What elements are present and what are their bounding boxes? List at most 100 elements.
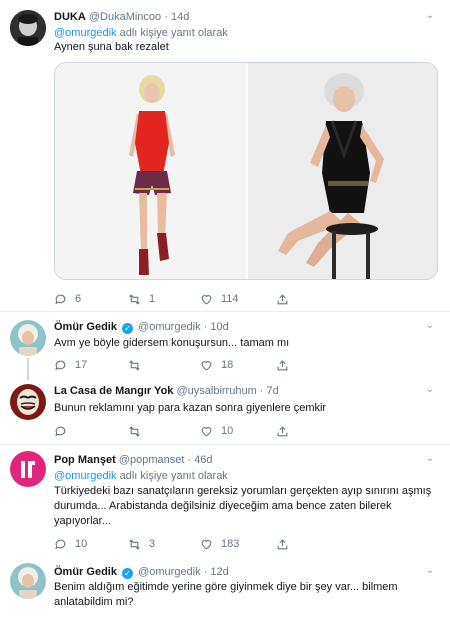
- display-name[interactable]: La Casa de Mangır Yok: [54, 385, 173, 397]
- thread-line: [27, 358, 29, 380]
- retweet-count: 1: [149, 293, 156, 305]
- tweet-actions: 10 3 183: [54, 537, 304, 551]
- reply-button[interactable]: [54, 424, 67, 438]
- retweet-arrows-icon: [129, 538, 140, 550]
- heart-icon: [201, 426, 212, 436]
- timestamp[interactable]: 14d: [171, 11, 189, 23]
- avatar[interactable]: [10, 320, 46, 356]
- heart-icon: [201, 360, 212, 370]
- avatar[interactable]: [10, 384, 46, 420]
- reply-count: 6: [75, 293, 82, 305]
- share-upload-icon: [277, 425, 288, 436]
- share-upload-icon: [277, 538, 288, 549]
- reply-mention-link[interactable]: @omurgedik: [54, 27, 117, 39]
- separator-dot: ·: [259, 385, 264, 397]
- reply-mention-link[interactable]: @omurgedik: [54, 470, 117, 482]
- like-button[interactable]: 183: [200, 537, 239, 551]
- tweet-actions: 10: [54, 424, 304, 438]
- chevron-down-icon[interactable]: ⌄: [424, 10, 436, 22]
- tweet-header: Ömür Gedik ✓ @omurgedik · 12d: [54, 565, 420, 579]
- tweet-text: Bunun reklamını yap para kazan sonra giy…: [54, 402, 327, 414]
- reply-count: 10: [75, 538, 88, 550]
- speech-bubble-icon: [55, 360, 66, 370]
- tweet-header: Pop Manşet @popmanset · 46d: [54, 453, 420, 467]
- chevron-down-icon[interactable]: ⌄: [424, 384, 436, 396]
- share-button[interactable]: [276, 358, 289, 372]
- speech-bubble-icon: [55, 294, 66, 304]
- tweet-media[interactable]: [54, 62, 438, 280]
- reply-button[interactable]: 17: [54, 358, 87, 372]
- like-count: 10: [221, 425, 234, 437]
- timestamp[interactable]: 7d: [267, 385, 279, 397]
- retweet-arrows-icon: [129, 425, 140, 437]
- tweet-text: Aynen şuna bak rezalet: [54, 41, 169, 53]
- share-button[interactable]: [276, 292, 289, 306]
- verified-badge-icon: ✓: [122, 323, 134, 334]
- chevron-down-icon[interactable]: ⌄: [424, 453, 436, 465]
- chevron-down-icon[interactable]: ⌄: [424, 565, 436, 577]
- tweet-la-casa[interactable]: La Casa de Mangır Yok @uysalbirruhum · 7…: [0, 380, 450, 442]
- tweet-actions: 6 1 114: [54, 292, 304, 306]
- share-upload-icon: [277, 293, 288, 304]
- user-handle[interactable]: @uysalbirruhum: [176, 385, 256, 397]
- tweet-text: Avm ye böyle gidersem konuşursun... tama…: [54, 337, 290, 349]
- chevron-down-icon[interactable]: ⌄: [424, 320, 436, 332]
- display-name[interactable]: Pop Manşet: [54, 454, 116, 466]
- like-count: 183: [221, 538, 240, 550]
- user-handle[interactable]: @omurgedik: [138, 566, 201, 578]
- heart-icon: [201, 294, 212, 304]
- heart-icon: [201, 539, 212, 549]
- like-button[interactable]: 10: [200, 424, 233, 438]
- tweet-duka[interactable]: DUKA @DukaMincoo · 14d ⌄ @omurgedik adlı…: [0, 0, 450, 307]
- retweet-count: 3: [149, 538, 156, 550]
- tweet-header: DUKA @DukaMincoo · 14d: [54, 10, 420, 24]
- timestamp[interactable]: 10d: [210, 321, 228, 333]
- reply-button[interactable]: 10: [54, 537, 87, 551]
- photo-right[interactable]: [246, 63, 437, 279]
- separator-dot: ·: [203, 321, 208, 333]
- display-name[interactable]: Ömür Gedik: [54, 321, 117, 333]
- share-button[interactable]: [276, 537, 289, 551]
- retweet-arrows-icon: [129, 359, 140, 371]
- avatar[interactable]: [10, 10, 46, 46]
- tweet-actions: 17 18: [54, 358, 304, 372]
- like-count: 114: [221, 293, 239, 305]
- like-count: 18: [221, 359, 234, 371]
- photo-left[interactable]: [55, 63, 246, 279]
- share-upload-icon: [277, 359, 288, 370]
- verified-badge-icon: ✓: [122, 568, 134, 579]
- reply-context: @omurgedik adlı kişiye yanıt olarak: [54, 469, 228, 483]
- tweet-header: La Casa de Mangır Yok @uysalbirruhum · 7…: [54, 384, 420, 398]
- timestamp[interactable]: 46d: [194, 454, 212, 466]
- retweet-button[interactable]: [128, 424, 141, 438]
- retweet-button[interactable]: [128, 358, 141, 372]
- like-button[interactable]: 18: [200, 358, 233, 372]
- display-name[interactable]: DUKA: [54, 11, 86, 23]
- retweet-button[interactable]: 1: [128, 292, 155, 306]
- tweet-omur-gedik-2[interactable]: Ömür Gedik ✓ @omurgedik · 12d ⌄ Benim al…: [0, 557, 450, 628]
- avatar[interactable]: [10, 563, 46, 599]
- reply-context: @omurgedik adlı kişiye yanıt olarak: [54, 26, 228, 40]
- reply-button[interactable]: 6: [54, 292, 81, 306]
- tweet-pop-manset[interactable]: Pop Manşet @popmanset · 46d ⌄ @omurgedik…: [0, 445, 450, 557]
- speech-bubble-icon: [55, 426, 66, 436]
- retweet-button[interactable]: 3: [128, 537, 155, 551]
- speech-bubble-icon: [55, 539, 66, 549]
- user-handle[interactable]: @omurgedik: [138, 321, 201, 333]
- separator-dot: ·: [187, 454, 192, 466]
- tweet-header: Ömür Gedik ✓ @omurgedik · 10d: [54, 320, 420, 334]
- user-handle[interactable]: @popmanset: [119, 454, 185, 466]
- separator-dot: ·: [164, 11, 168, 23]
- tweet-text: Türkiyedeki bazı sanatçıların gereksiz y…: [54, 485, 432, 527]
- tweet-omur-gedik[interactable]: Ömür Gedik ✓ @omurgedik · 10d ⌄ Avm ye b…: [0, 312, 450, 380]
- reply-count: 17: [75, 359, 88, 371]
- timestamp[interactable]: 12d: [210, 566, 228, 578]
- display-name[interactable]: Ömür Gedik: [54, 566, 117, 578]
- separator-dot: ·: [203, 566, 208, 578]
- like-button[interactable]: 114: [200, 292, 239, 306]
- user-handle[interactable]: @DukaMincoo: [89, 11, 161, 23]
- tweet-text: Benim aldığım eğitimde yerine göre giyin…: [54, 581, 398, 608]
- avatar[interactable]: [10, 451, 46, 487]
- retweet-arrows-icon: [129, 293, 140, 305]
- share-button[interactable]: [276, 424, 289, 438]
